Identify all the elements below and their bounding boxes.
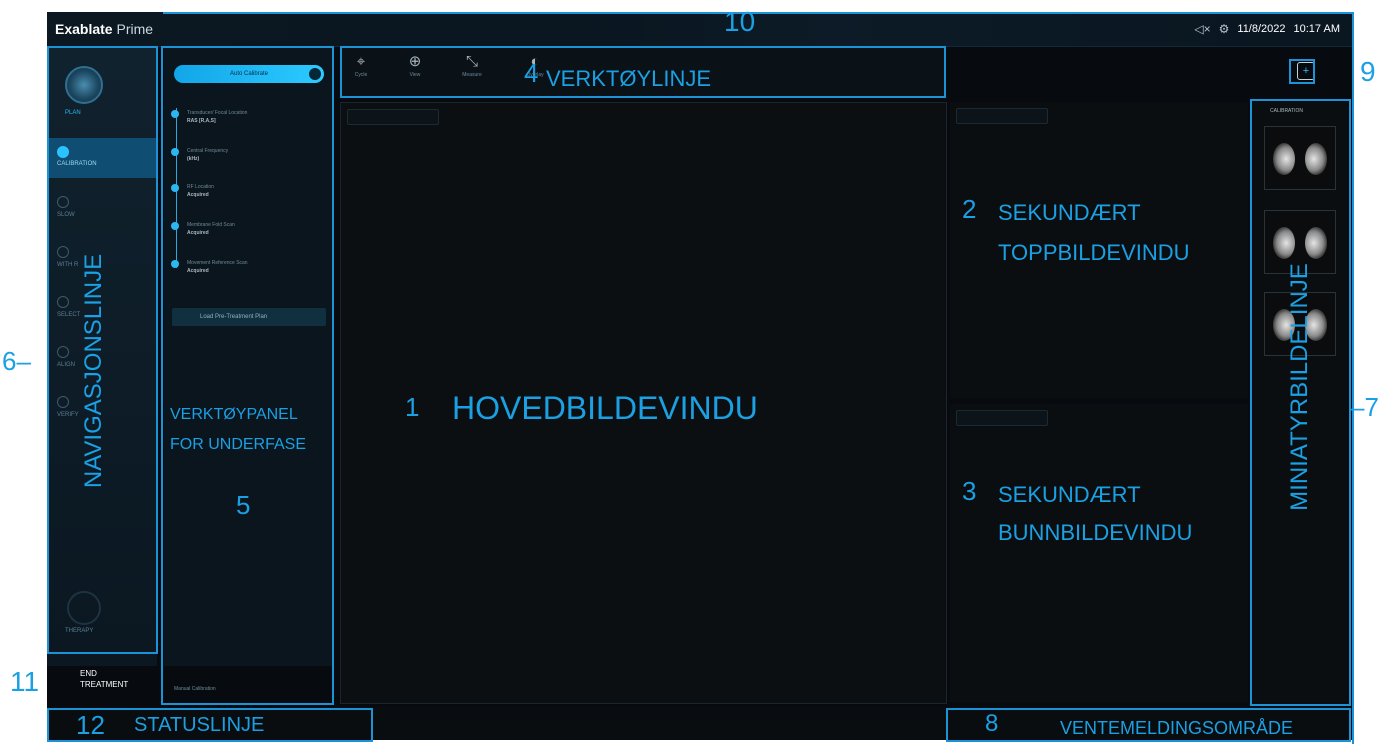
label-n1: 1 bbox=[405, 392, 420, 422]
label-n3: 3 bbox=[962, 476, 977, 506]
label-sec-bot-2: BUNNBILDEVINDU bbox=[998, 520, 1193, 545]
label-n11: 11 bbox=[10, 666, 40, 697]
view-tab[interactable] bbox=[956, 410, 1048, 426]
label-status: STATUSLINJE bbox=[134, 714, 265, 736]
subpanel-outline bbox=[161, 46, 334, 705]
label-toolbar: VERKTØYLINJE bbox=[546, 66, 712, 91]
label-n9: 9 bbox=[1360, 56, 1376, 87]
label-sec-bot-1: SEKUNDÆRT bbox=[998, 482, 1141, 507]
label-pending: VENTEMELDINGSOMRÅDE bbox=[1060, 718, 1294, 738]
label-thumbs: MINIATYRBILDELINJE bbox=[1286, 263, 1313, 511]
label-main-view: HOVEDBILDEVINDU bbox=[452, 390, 758, 426]
mute-icon[interactable]: ◁× bbox=[1194, 22, 1210, 36]
label-n4: 4 bbox=[524, 58, 539, 88]
title-bar: Exablate Prime ◁× ⚙ 11/8/2022 10:17 AM bbox=[47, 12, 1352, 47]
app-brand: Exablate Prime bbox=[55, 21, 153, 37]
label-n5: 5 bbox=[236, 490, 251, 520]
label-n7: –7 bbox=[1350, 392, 1379, 422]
title-status: ◁× ⚙ 11/8/2022 10:17 AM bbox=[1194, 22, 1340, 36]
label-n6: 6– bbox=[2, 346, 31, 376]
label-n2: 2 bbox=[962, 194, 977, 224]
view-tab[interactable] bbox=[347, 109, 439, 125]
titlebar-outline bbox=[163, 12, 1353, 14]
gear-icon[interactable]: ⚙ bbox=[1219, 22, 1230, 36]
end-treatment-button[interactable]: END TREATMENT bbox=[80, 668, 128, 690]
label-n10: 10 bbox=[724, 6, 756, 37]
label-subpanel-2: FOR UNDERFASE bbox=[170, 436, 307, 453]
label-sec-top-2: TOPPBILDEVINDU bbox=[998, 240, 1190, 265]
time-label: 10:17 AM bbox=[1293, 23, 1340, 35]
date-label: 11/8/2022 bbox=[1237, 23, 1286, 35]
view-tab[interactable] bbox=[956, 108, 1048, 124]
brand-suffix: Prime bbox=[116, 21, 154, 37]
secondary-bottom-view[interactable] bbox=[950, 404, 1248, 702]
label-n8: 8 bbox=[985, 710, 999, 737]
label-n12: 12 bbox=[76, 710, 105, 740]
right-edge-outline bbox=[1352, 12, 1354, 744]
label-sec-top-1: SEKUNDÆRT bbox=[998, 200, 1141, 225]
label-subpanel-1: VERKTØYPANEL bbox=[170, 406, 298, 423]
label-nav: NAVIGASJONSLINJE bbox=[80, 253, 107, 489]
add-outline bbox=[1289, 59, 1315, 84]
brand-name: Exablate bbox=[55, 21, 113, 37]
